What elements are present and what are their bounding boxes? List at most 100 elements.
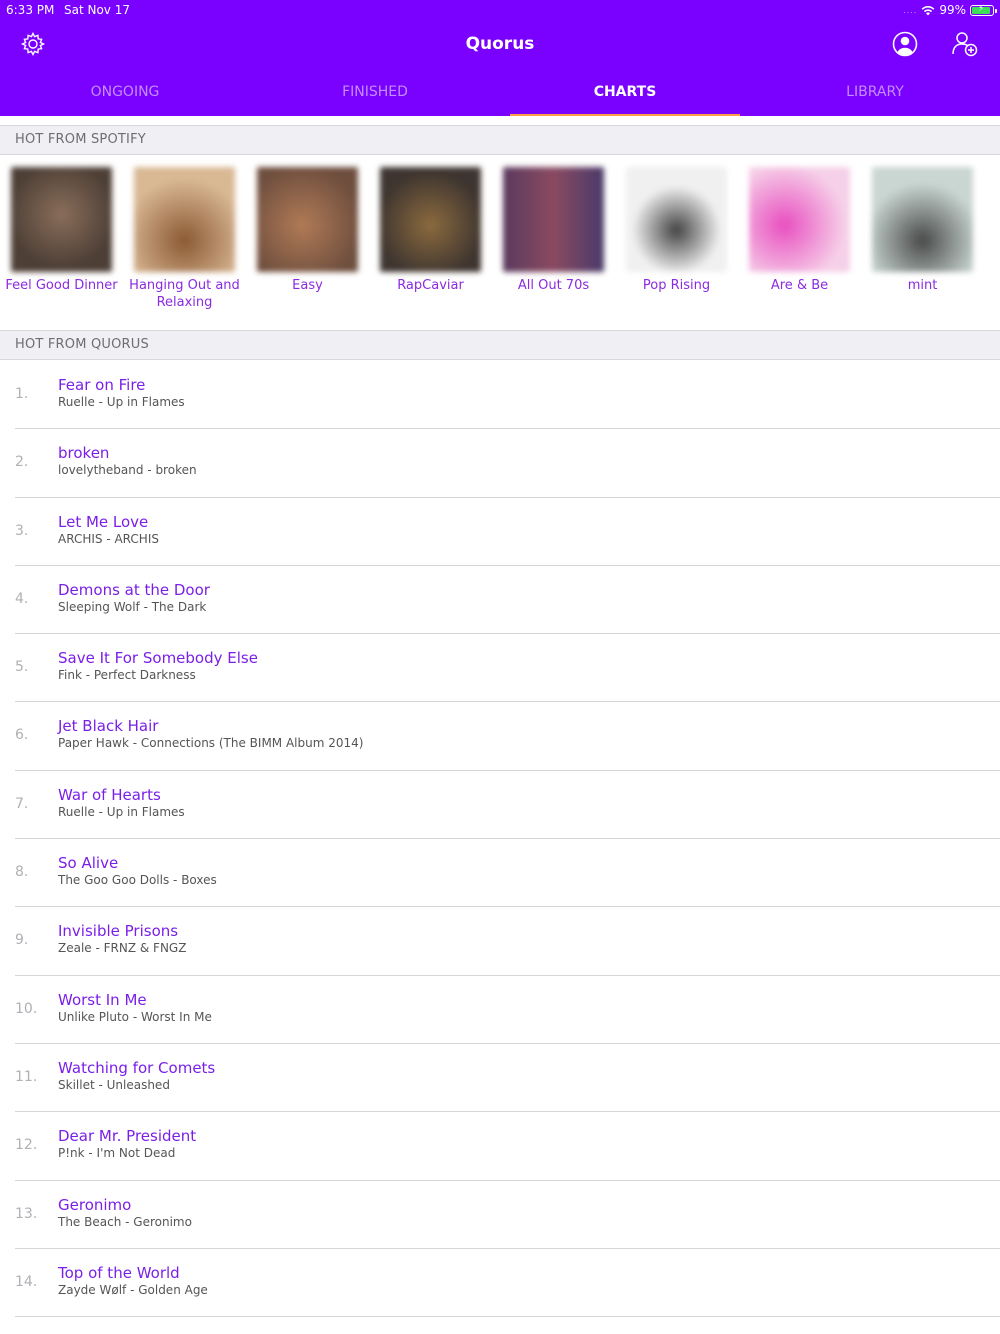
track-subtitle: The Beach - Geronimo xyxy=(58,1214,192,1229)
track-title: So Alive xyxy=(58,854,119,873)
track-title: Watching for Comets xyxy=(58,1058,216,1077)
track-subtitle: Skillet - Unleashed xyxy=(58,1077,170,1092)
track-subtitle: lovelytheband - broken xyxy=(58,463,197,478)
playlist-pop-rising[interactable]: Pop Rising xyxy=(615,167,738,294)
track-number: 10. xyxy=(15,1000,38,1017)
tab-ongoing[interactable]: ONGOING xyxy=(0,76,250,116)
track-title: Demons at the Door xyxy=(58,580,210,599)
track-subtitle: Ruelle - Up in Flames xyxy=(58,804,185,819)
table-row[interactable]: 14. Top of the World Zayde Wølf - Golden… xyxy=(15,1249,1000,1318)
track-number: 11. xyxy=(15,1068,38,1085)
track-subtitle: Zayde Wølf - Golden Age xyxy=(58,1282,208,1297)
track-title: Save It For Somebody Else xyxy=(58,649,258,668)
track-number: 5. xyxy=(15,659,29,676)
playlist-label: Are & Be xyxy=(770,278,829,293)
table-row[interactable]: 4. Demons at the Door Sleeping Wolf - Th… xyxy=(15,566,1000,635)
playlist-cover xyxy=(503,167,604,272)
playlist-cover xyxy=(134,167,235,272)
page-title: Quorus xyxy=(465,34,535,54)
playlist-carousel: Feel Good Dinner Hanging Out and Relaxin… xyxy=(0,167,1000,317)
playlist-label: Feel Good Dinner xyxy=(5,278,118,293)
track-title: Let Me Love xyxy=(58,512,149,531)
track-title: Geronimo xyxy=(58,1195,132,1214)
track-title: Dear Mr. President xyxy=(58,1127,197,1146)
status-right: .... 99% ⚡ xyxy=(903,3,997,17)
track-subtitle: ARCHIS - ARCHIS xyxy=(58,531,159,546)
playlist-label: Easy xyxy=(292,278,323,293)
playlist-hanging-out[interactable]: Hanging Out and Relaxing xyxy=(123,167,246,311)
table-row[interactable]: 10. Worst In Me Unlike Pluto - Worst In … xyxy=(15,976,1000,1044)
track-number: 14. xyxy=(15,1273,38,1290)
status-time: 6:33 PM xyxy=(6,3,55,17)
table-row[interactable]: 9. Invisible Prisons Zeale - FRNZ & FNGZ xyxy=(15,907,1000,976)
track-number: 3. xyxy=(15,522,29,539)
table-row[interactable]: 12. Dear Mr. President P!nk - I'm Not De… xyxy=(15,1112,1000,1181)
track-number: 12. xyxy=(15,1137,38,1154)
table-row[interactable]: 2. broken lovelytheband - broken xyxy=(15,429,1000,498)
playlist-cover xyxy=(257,167,358,272)
track-subtitle: Sleeping Wolf - The Dark xyxy=(58,599,207,614)
track-title: Worst In Me xyxy=(58,990,147,1009)
track-subtitle: Unlike Pluto - Worst In Me xyxy=(58,1009,212,1024)
playlist-easy[interactable]: Easy xyxy=(246,167,369,294)
track-list: 1. Fear on Fire Ruelle - Up in Flames 2.… xyxy=(0,361,1000,1318)
track-subtitle: Paper Hawk - Connections (The BIMM Album… xyxy=(58,736,364,751)
signal-dots: .... xyxy=(903,5,918,15)
track-title: Top of the World xyxy=(58,1263,180,1282)
playlist-label: Pop Rising xyxy=(642,278,711,293)
battery-percent: 99% xyxy=(939,3,966,17)
tab-finished[interactable]: FINISHED xyxy=(250,76,500,116)
tab-charts[interactable]: CHARTS xyxy=(500,76,750,116)
table-row[interactable]: 3. Let Me Love ARCHIS - ARCHIS xyxy=(15,498,1000,566)
table-row[interactable]: 1. Fear on Fire Ruelle - Up in Flames xyxy=(15,361,1000,430)
track-number: 13. xyxy=(15,1205,38,1222)
add-user-icon[interactable] xyxy=(951,30,979,58)
tab-library[interactable]: LIBRARY xyxy=(750,76,1000,116)
table-row[interactable]: 7. War of Hearts Ruelle - Up in Flames xyxy=(15,771,1000,840)
section-header-spotify: HOT FROM SPOTIFY xyxy=(0,125,1000,155)
playlist-label: All Out 70s xyxy=(517,278,590,293)
playlist-all-out-70s[interactable]: All Out 70s xyxy=(492,167,615,294)
playlist-cover xyxy=(380,167,481,272)
profile-icon[interactable] xyxy=(891,30,919,58)
track-number: 6. xyxy=(15,727,29,744)
playlist-cover xyxy=(11,167,112,272)
playlist-cover xyxy=(626,167,727,272)
track-number: 4. xyxy=(15,590,29,607)
track-subtitle: Fink - Perfect Darkness xyxy=(58,668,196,683)
playlist-rapcaviar[interactable]: RapCaviar xyxy=(369,167,492,294)
playlist-cover xyxy=(872,167,973,272)
track-subtitle: The Goo Goo Dolls - Boxes xyxy=(58,873,217,888)
track-title: Jet Black Hair xyxy=(58,717,159,736)
track-number: 2. xyxy=(15,454,29,471)
track-title: Invisible Prisons xyxy=(58,922,179,941)
table-row[interactable]: 11. Watching for Comets Skillet - Unleas… xyxy=(15,1044,1000,1113)
track-subtitle: Ruelle - Up in Flames xyxy=(58,395,185,409)
playlist-label: Hanging Out and Relaxing xyxy=(129,278,240,310)
playlist-label: mint xyxy=(907,278,938,293)
track-title: broken xyxy=(58,444,110,463)
playlist-feel-good-dinner[interactable]: Feel Good Dinner xyxy=(0,167,123,294)
table-row[interactable]: 5. Save It For Somebody Else Fink - Perf… xyxy=(15,634,1000,703)
track-number: 8. xyxy=(15,864,29,881)
table-row[interactable]: 6. Jet Black Hair Paper Hawk - Connectio… xyxy=(15,702,1000,771)
playlist-cover xyxy=(749,167,850,272)
status-bar: 6:33 PM Sat Nov 17 .... 99% ⚡ xyxy=(6,3,997,19)
section-header-quorus: HOT FROM QUORUS xyxy=(0,330,1000,360)
battery-icon: ⚡ xyxy=(970,4,997,16)
wifi-icon xyxy=(921,5,935,15)
track-title: War of Hearts xyxy=(58,785,161,804)
track-subtitle: P!nk - I'm Not Dead xyxy=(58,1146,176,1161)
playlist-mint[interactable]: mint xyxy=(861,167,984,294)
playlist-are-and-be[interactable]: Are & Be xyxy=(738,167,861,294)
track-subtitle: Zeale - FRNZ & FNGZ xyxy=(58,941,187,956)
track-number: 9. xyxy=(15,932,29,949)
track-number: 7. xyxy=(15,795,29,812)
table-row[interactable]: 13. Geronimo The Beach - Geronimo xyxy=(15,1181,1000,1249)
track-number: 1. xyxy=(15,386,29,402)
app-header: 6:33 PM Sat Nov 17 .... 99% ⚡ Quorus ONG… xyxy=(0,0,1000,116)
tab-bar: ONGOING FINISHED CHARTS LIBRARY xyxy=(0,76,1000,116)
status-date: Sat Nov 17 xyxy=(64,3,130,17)
track-title: Fear on Fire xyxy=(58,376,146,394)
table-row[interactable]: 8. So Alive The Goo Goo Dolls - Boxes xyxy=(15,839,1000,908)
